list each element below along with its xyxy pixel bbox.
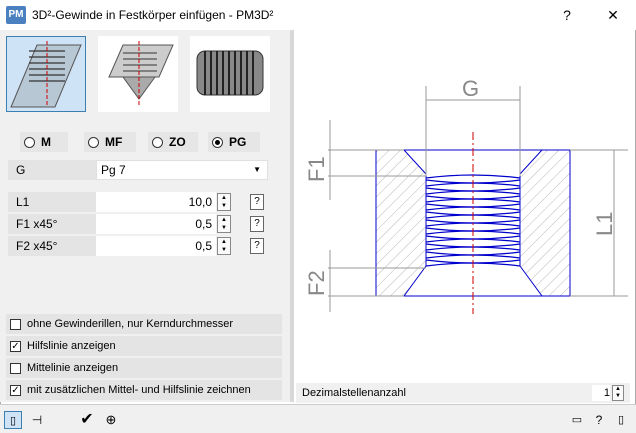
l1-dimension-label: L1	[592, 212, 617, 236]
radio-mf[interactable]: MF	[84, 132, 136, 152]
checkbox-extra-lines[interactable]: ✓ mit zusätzlichen Mittel- und Hilfslinie…	[6, 380, 282, 400]
pin-icon[interactable]: ⊣	[28, 411, 46, 429]
l1-input[interactable]: 10,0	[96, 192, 216, 212]
thread-blind-icon	[108, 41, 174, 107]
thread-through-icon	[10, 41, 82, 108]
radio-pg[interactable]: PG	[208, 132, 260, 152]
app-icon: PM	[6, 6, 26, 24]
radio-dot-icon	[152, 136, 163, 148]
f2-spinner[interactable]: ▲ ▼	[217, 237, 231, 255]
chevron-down-icon: ▼	[253, 165, 261, 174]
thread-style-bolt[interactable]	[190, 36, 270, 112]
help-button[interactable]: ?	[544, 0, 590, 30]
decimal-row: Dezimalstellenanzahl 1 ▲ ▼	[296, 383, 630, 403]
thread-section-drawing: G F1 F2 L1	[304, 76, 628, 314]
dock-icon[interactable]: ▯	[612, 411, 630, 429]
f1-help-button[interactable]: ?	[250, 216, 264, 232]
g-dimension-label: G	[462, 76, 479, 101]
apply-icon[interactable]: ⊕	[102, 411, 120, 429]
thread-bolt-icon	[196, 50, 264, 96]
checkbox-centerline[interactable]: Mittelinie anzeigen	[6, 358, 282, 378]
minimize-panel-icon[interactable]: ▭	[568, 411, 586, 429]
title-bar: PM 3D²-Gewinde in Festkörper einfügen - …	[0, 0, 636, 30]
l1-help-button[interactable]: ?	[250, 194, 264, 210]
f1-dimension-label: F1	[304, 156, 329, 182]
checkbox-icon	[10, 362, 21, 374]
f2-help-button[interactable]: ?	[250, 238, 264, 254]
thread-style-through[interactable]	[6, 36, 86, 112]
decimal-label: Dezimalstellenanzahl	[302, 387, 406, 399]
panel-toggle-icon[interactable]: ▯	[4, 411, 22, 429]
thread-style-blind[interactable]	[98, 36, 178, 112]
close-button[interactable]: ✕	[590, 0, 636, 30]
f2-dimension-label: F2	[304, 270, 329, 296]
radio-dot-icon	[24, 136, 35, 148]
preview-drawing: G F1 F2 L1	[294, 30, 634, 382]
decimal-spinner[interactable]: ▲ ▼	[612, 385, 624, 401]
f2-input[interactable]: 0,5	[96, 236, 216, 256]
l1-spinner[interactable]: ▲ ▼	[217, 193, 231, 211]
l1-label: L1	[8, 192, 96, 212]
g-label: G	[8, 160, 96, 180]
checkbox-checked-icon: ✓	[10, 340, 21, 352]
checkbox-checked-icon: ✓	[10, 384, 21, 396]
radio-zo[interactable]: ZO	[148, 132, 198, 152]
ok-check-button[interactable]: ✔	[78, 411, 96, 429]
f1-input[interactable]: 0,5	[96, 214, 216, 234]
help-icon[interactable]: ?	[590, 411, 608, 429]
f1-label: F1 x45°	[8, 214, 96, 234]
f2-label: F2 x45°	[8, 236, 96, 256]
radio-m[interactable]: M	[20, 132, 68, 152]
bottom-toolbar: ▯ ⊣ ✔ ⊕ ▭ ? ▯	[0, 404, 636, 433]
radio-dot-selected-icon	[212, 136, 223, 148]
window-title: 3D²-Gewinde in Festkörper einfügen - PM3…	[32, 8, 274, 22]
f1-spinner[interactable]: ▲ ▼	[217, 215, 231, 233]
checkbox-no-grooves[interactable]: ohne Gewinderillen, nur Kerndurchmesser	[6, 314, 282, 334]
checkbox-helpline[interactable]: ✓ Hilfslinie anzeigen	[6, 336, 282, 356]
left-panel: M MF ZO PG G Pg 7 ▼ L1 10,0 ▲ ▼ ? F1 x45°…	[0, 30, 290, 402]
checkbox-icon	[10, 318, 21, 330]
radio-dot-icon	[88, 136, 99, 148]
decimal-input[interactable]: 1	[592, 385, 610, 401]
g-select[interactable]: Pg 7 ▼	[96, 160, 268, 180]
